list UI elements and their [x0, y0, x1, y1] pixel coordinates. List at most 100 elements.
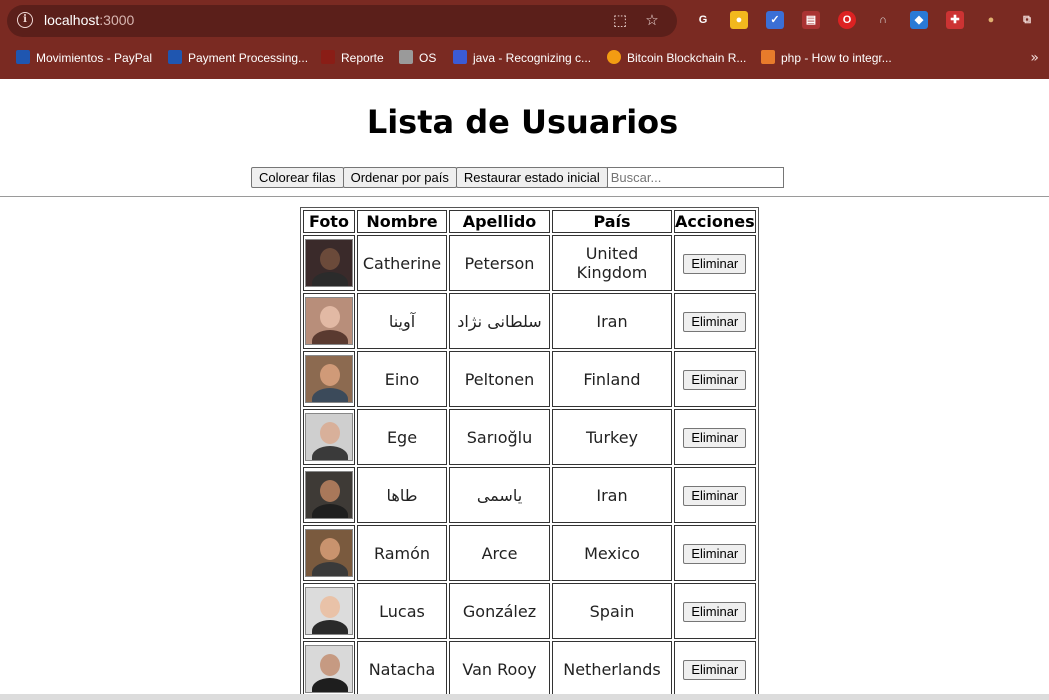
- arc-extension-icon[interactable]: ∩: [874, 11, 892, 29]
- table-row: Eino Peltonen Finland Eliminar: [303, 351, 756, 407]
- avatar-head: [320, 654, 340, 676]
- site-info-icon[interactable]: i: [17, 12, 33, 28]
- table-row: Ege Sarıoğlu Turkey Eliminar: [303, 409, 756, 465]
- avatar-body: [312, 272, 348, 286]
- delete-button[interactable]: Eliminar: [683, 485, 747, 506]
- address-bar[interactable]: i localhost:3000 ⬚ ☆: [7, 5, 677, 37]
- country-cell: Netherlands: [552, 641, 672, 697]
- last-name-cell: Arce: [449, 525, 550, 581]
- search-input[interactable]: Buscar...: [606, 167, 784, 188]
- avatar: [305, 355, 353, 403]
- bookmark-item[interactable]: Reporte: [321, 50, 384, 66]
- controls-bar: Colorear filas Ordenar por país Restaurar …: [251, 167, 784, 188]
- horizontal-scrollbar[interactable]: [0, 694, 1049, 700]
- stackoverflow-icon: [761, 50, 775, 64]
- cookie-extension-icon[interactable]: ●: [982, 11, 1000, 29]
- actions-cell: Eliminar: [674, 409, 756, 465]
- last-name-cell: یاسمی: [449, 467, 550, 523]
- avatar: [305, 471, 353, 519]
- avatar-body: [312, 388, 348, 402]
- bitcoin-icon: [607, 50, 621, 64]
- last-name-cell: Peltonen: [449, 351, 550, 407]
- avatar-body: [312, 446, 348, 460]
- first-name-cell: Eino: [357, 351, 447, 407]
- paypal-icon: [168, 50, 182, 64]
- opera-extension-icon[interactable]: O: [838, 11, 856, 29]
- avatar-head: [320, 538, 340, 560]
- first-name-cell: آوینا: [357, 293, 447, 349]
- avatar: [305, 239, 353, 287]
- restore-initial-state-button[interactable]: Restaurar estado inicial: [455, 167, 608, 188]
- bookmark-item[interactable]: OS: [399, 50, 436, 66]
- photo-cell: [303, 351, 355, 407]
- column-header-last-name: Apellido: [449, 210, 550, 233]
- puzzle-game-extension-icon[interactable]: ✚: [946, 11, 964, 29]
- report-icon: [321, 50, 335, 64]
- table-row: Ramón Arce Mexico Eliminar: [303, 525, 756, 581]
- first-name-cell: Natacha: [357, 641, 447, 697]
- column-header-photo: Foto: [303, 210, 355, 233]
- bookmark-item[interactable]: Movimientos - PayPal: [16, 50, 152, 66]
- bookmark-item[interactable]: php - How to integr...: [761, 50, 892, 66]
- bookmarks-bar: Movimientos - PayPal Payment Processing.…: [0, 44, 1049, 72]
- photo-cell: [303, 525, 355, 581]
- avatar: [305, 529, 353, 577]
- bookmark-item[interactable]: Bitcoin Blockchain R...: [607, 50, 746, 66]
- color-rows-button[interactable]: Colorear filas: [251, 167, 344, 188]
- column-header-first-name: Nombre: [357, 210, 447, 233]
- more-bookmarks-icon[interactable]: »: [1030, 50, 1039, 66]
- avatar: [305, 587, 353, 635]
- photo-cell: [303, 641, 355, 697]
- table-row: Lucas González Spain Eliminar: [303, 583, 756, 639]
- delete-button[interactable]: Eliminar: [683, 543, 747, 564]
- photo-cell: [303, 293, 355, 349]
- avatar: [305, 413, 353, 461]
- page-title: Lista de Usuarios: [366, 103, 679, 141]
- bookmark-item[interactable]: java - Recognizing c...: [453, 50, 591, 66]
- delete-button[interactable]: Eliminar: [683, 369, 747, 390]
- first-name-cell: Lucas: [357, 583, 447, 639]
- avatar-head: [320, 306, 340, 328]
- avatar: [305, 645, 353, 693]
- calendar-extension-icon[interactable]: ✓: [766, 11, 784, 29]
- photo-cell: [303, 409, 355, 465]
- stackexchange-icon: [453, 50, 467, 64]
- delete-button[interactable]: Eliminar: [683, 253, 747, 274]
- delete-button[interactable]: Eliminar: [683, 311, 747, 332]
- avatar-head: [320, 480, 340, 502]
- column-header-country: País: [552, 210, 672, 233]
- avatar: [305, 297, 353, 345]
- document-extension-icon[interactable]: ▤: [802, 11, 820, 29]
- delete-button[interactable]: Eliminar: [683, 659, 747, 680]
- extensions-puzzle-icon[interactable]: ⧉: [1018, 11, 1036, 29]
- first-name-cell: طاها: [357, 467, 447, 523]
- avatar-body: [312, 678, 348, 692]
- avatar-body: [312, 620, 348, 634]
- install-app-icon[interactable]: ⬚: [611, 11, 629, 29]
- sort-by-country-button[interactable]: Ordenar por país: [342, 167, 457, 188]
- table-row: طاها یاسمی Iran Eliminar: [303, 467, 756, 523]
- actions-cell: Eliminar: [674, 583, 756, 639]
- bookmark-star-icon[interactable]: ☆: [643, 11, 661, 29]
- last-name-cell: Van Rooy: [449, 641, 550, 697]
- last-name-cell: González: [449, 583, 550, 639]
- last-name-cell: سلطانی نژاد: [449, 293, 550, 349]
- users-table: Foto Nombre Apellido País Acciones Cathe…: [300, 207, 759, 700]
- delete-button[interactable]: Eliminar: [683, 427, 747, 448]
- table-header-row: Foto Nombre Apellido País Acciones: [303, 210, 756, 233]
- divider: [0, 196, 1049, 197]
- tag-extension-icon[interactable]: ◆: [910, 11, 928, 29]
- os-icon: [399, 50, 413, 64]
- browser-chrome: i localhost:3000 ⬚ ☆ G ● ✓ ▤ O ∩ ◆ ✚ ● ⧉…: [0, 0, 1049, 79]
- avatar-body: [312, 504, 348, 518]
- bookmark-item[interactable]: Payment Processing...: [168, 50, 308, 66]
- address-url[interactable]: localhost:3000: [44, 12, 134, 28]
- country-cell: Mexico: [552, 525, 672, 581]
- paypal-icon: [16, 50, 30, 64]
- delete-button[interactable]: Eliminar: [683, 601, 747, 622]
- first-name-cell: Catherine: [357, 235, 447, 291]
- google-icon[interactable]: G: [694, 11, 712, 29]
- keep-icon[interactable]: ●: [730, 11, 748, 29]
- actions-cell: Eliminar: [674, 525, 756, 581]
- actions-cell: Eliminar: [674, 641, 756, 697]
